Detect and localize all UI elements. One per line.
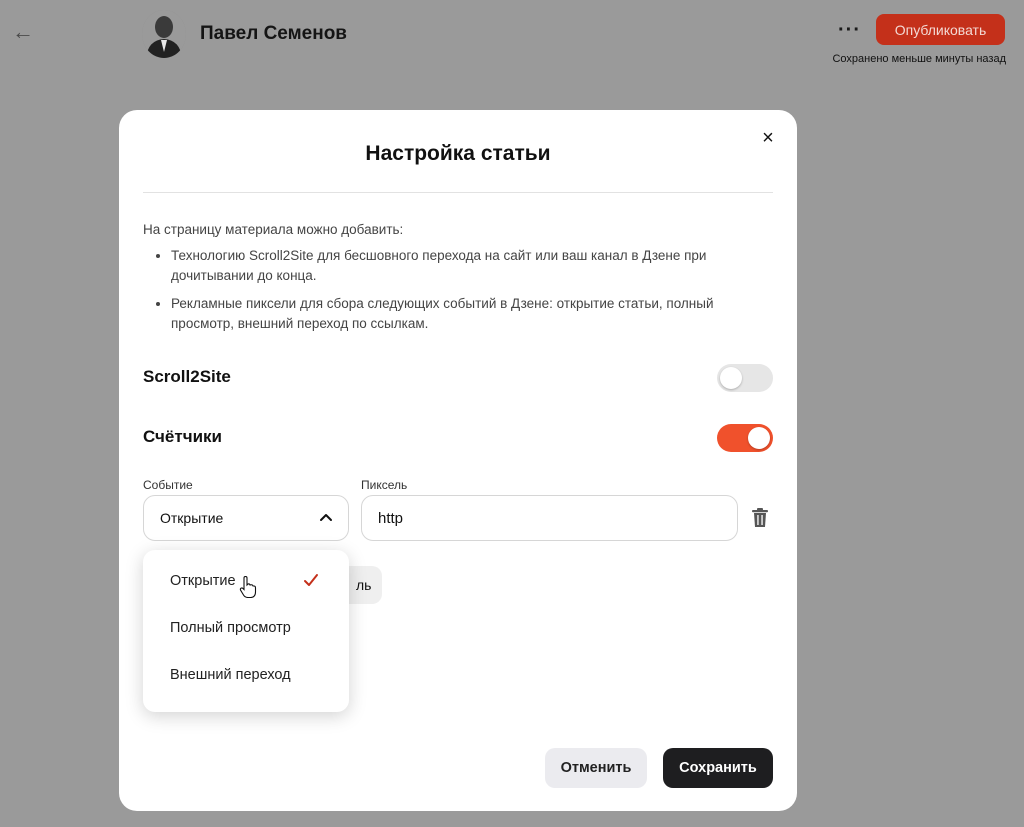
chevron-up-icon [320,514,332,521]
option-label: Внешний переход [170,667,291,683]
feature-item: Рекламные пиксели для сбора следующих со… [171,294,763,334]
event-select-value: Открытие [160,510,224,526]
save-button[interactable]: Сохранить [663,748,773,788]
back-arrow-icon[interactable]: ← [12,20,38,46]
close-icon[interactable]: × [757,127,779,149]
author-block: Павел Семенов [142,10,347,58]
intro-text: На страницу материала можно добавить: [143,222,404,237]
publish-button[interactable]: Опубликовать [876,14,1005,45]
avatar[interactable] [142,10,186,58]
article-settings-modal: Настройка статьи × На страницу материала… [119,110,797,811]
author-name[interactable]: Павел Семенов [200,23,347,45]
dropdown-option-open[interactable]: Открытие [143,564,349,611]
modal-title: Настройка статьи [365,142,551,165]
features-list: Технологию Scroll2Site для бесшовного пе… [153,246,763,342]
scroll2site-toggle[interactable] [717,364,773,392]
cancel-button[interactable]: Отменить [545,748,647,788]
counters-label: Счётчики [143,427,222,446]
divider [143,192,773,193]
event-dropdown-menu: Открытие Полный просмотр Внешний переход [143,550,349,712]
dropdown-option-full-view[interactable]: Полный просмотр [143,611,349,658]
saved-status: Сохранено меньше минуты назад [832,53,1006,65]
trash-icon[interactable] [751,508,769,528]
more-options-icon[interactable]: ··· [838,20,861,40]
dropdown-option-external[interactable]: Внешний переход [143,658,349,705]
counters-toggle[interactable] [717,424,773,452]
scroll2site-label: Scroll2Site [143,367,231,386]
event-field-label: Событие [143,478,193,492]
check-icon [304,574,318,586]
event-select[interactable]: Открытие [143,495,349,541]
hand-cursor-icon [239,576,257,598]
option-label: Полный просмотр [170,620,291,636]
feature-item: Технологию Scroll2Site для бесшовного пе… [171,246,763,286]
pixel-field-label: Пиксель [361,478,408,492]
pixel-input[interactable] [361,495,738,541]
option-label: Открытие [170,573,236,589]
add-pixel-label: ль [356,577,372,593]
